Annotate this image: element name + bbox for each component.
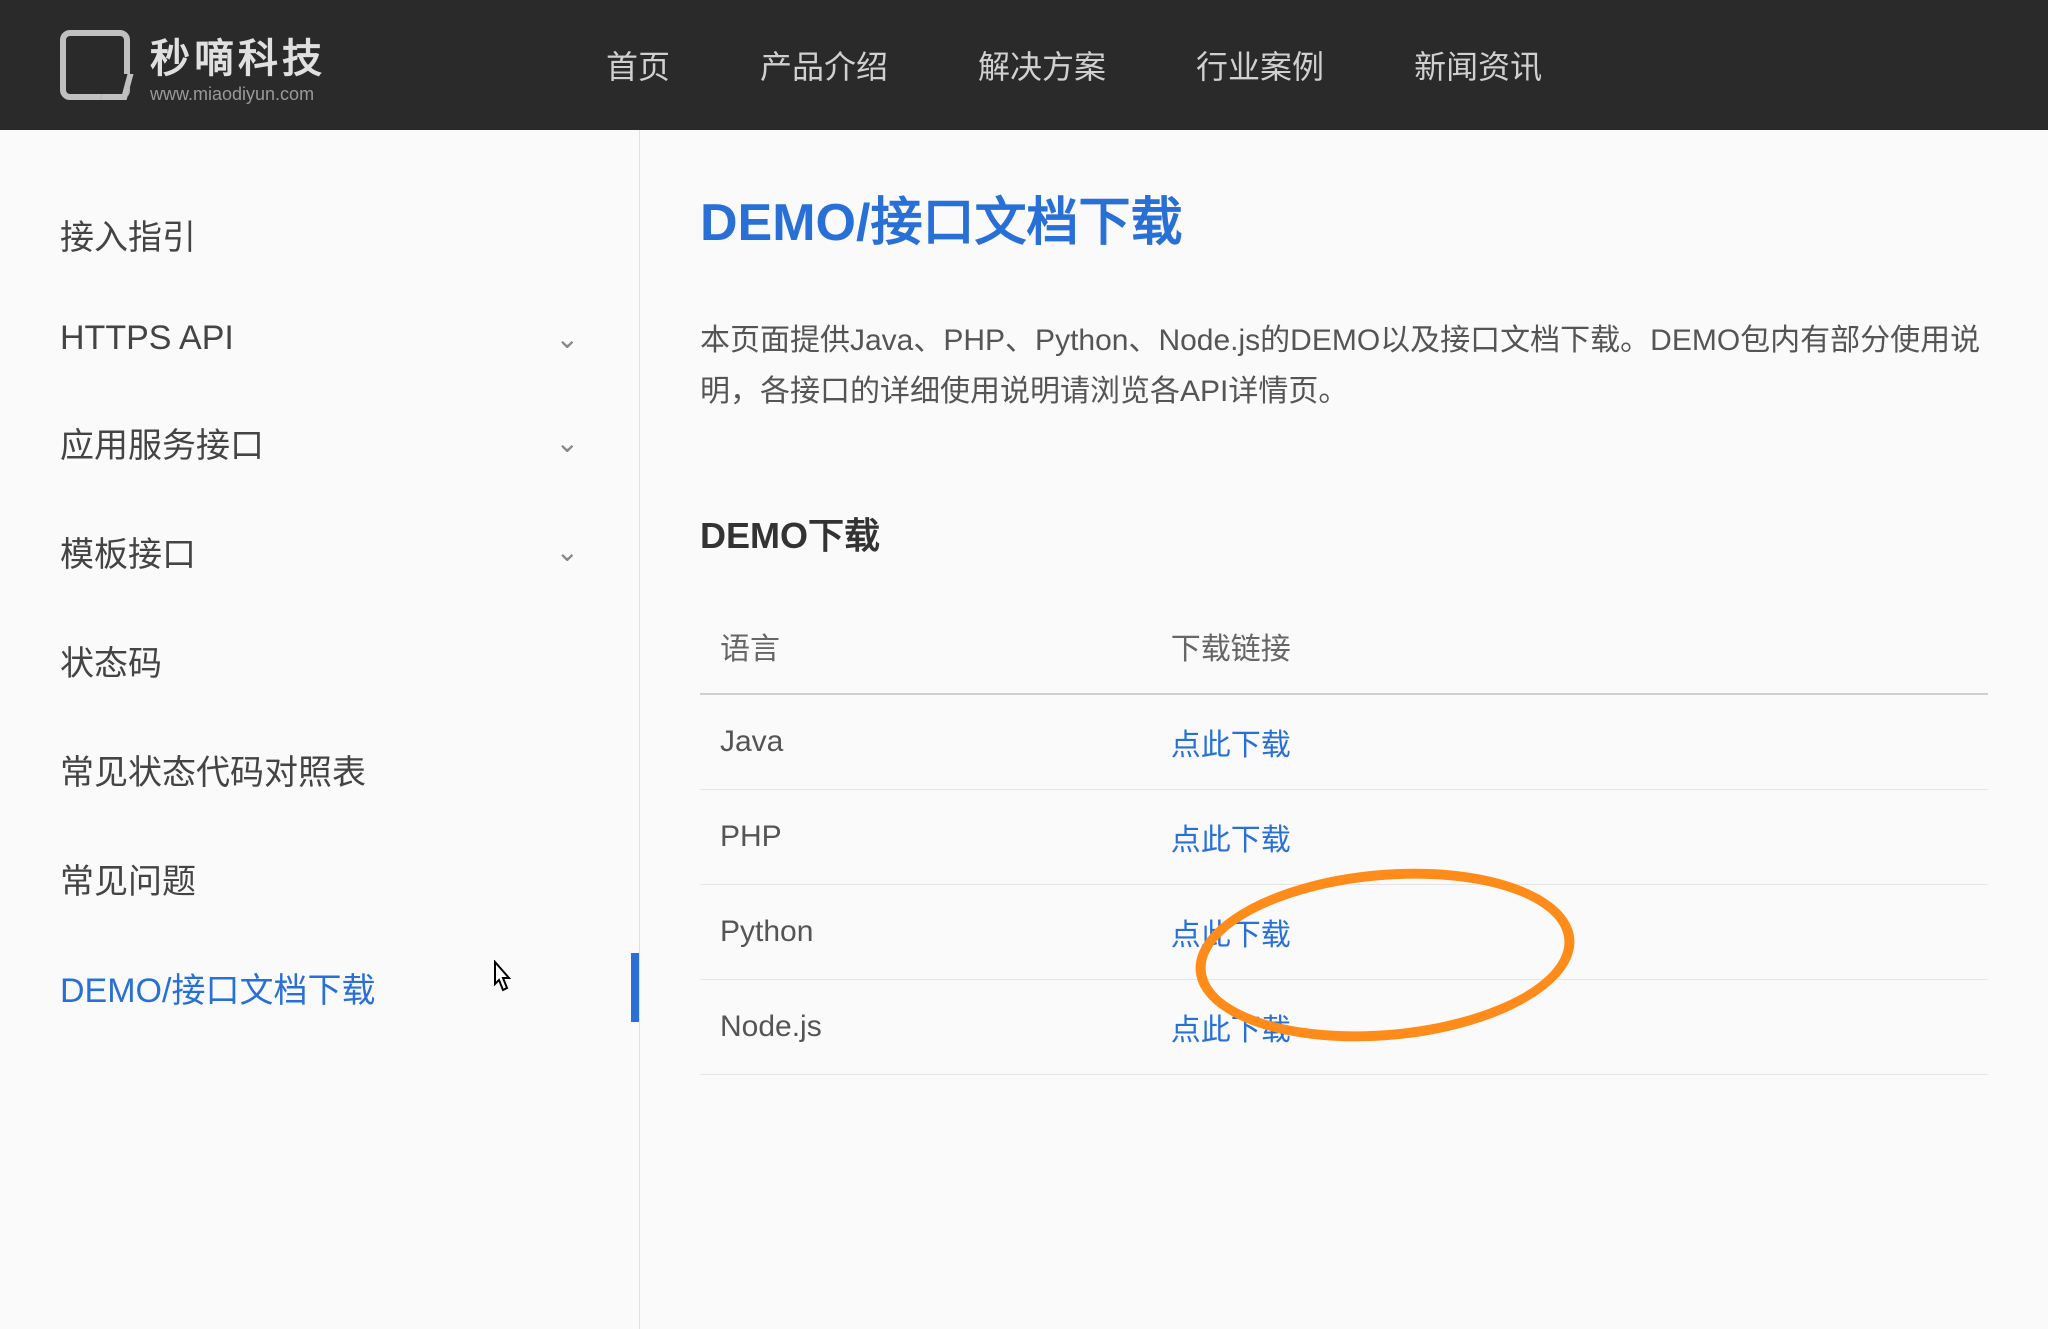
table-header-row: 语言 下载链接: [700, 599, 1988, 694]
main-content: DEMO/接口文档下载 本页面提供Java、PHP、Python、Node.js…: [640, 130, 2048, 1329]
top-nav: 首页 产品介绍 解决方案 行业案例 新闻资讯: [606, 42, 1542, 88]
table-row: Node.js 点此下载: [700, 980, 1988, 1075]
download-link-php[interactable]: 点此下载: [1171, 824, 1291, 857]
table-row: PHP 点此下载: [700, 790, 1988, 885]
nav-solutions[interactable]: 解决方案: [978, 42, 1106, 88]
sidebar-item-https-api[interactable]: HTTPS API ⌄: [40, 289, 599, 388]
sidebar-item-status-table[interactable]: 常见状态代码对照表: [40, 715, 599, 824]
section-title: DEMO下载: [700, 507, 1988, 559]
th-download-link: 下载链接: [1151, 599, 1988, 694]
cell-language: PHP: [700, 790, 1151, 885]
nav-news[interactable]: 新闻资讯: [1414, 42, 1542, 88]
th-language: 语言: [700, 599, 1151, 694]
table-row: Java 点此下载: [700, 694, 1988, 790]
download-link-python[interactable]: 点此下载: [1171, 919, 1291, 952]
nav-cases[interactable]: 行业案例: [1196, 42, 1324, 88]
sidebar-item-status-code[interactable]: 状态码: [40, 606, 599, 715]
logo-url: www.miaodiyun.com: [150, 84, 326, 105]
page-description: 本页面提供Java、PHP、Python、Node.js的DEMO以及接口文档下…: [700, 315, 1988, 417]
chevron-down-icon: ⌄: [556, 322, 579, 355]
sidebar: 接入指引 HTTPS API ⌄ 应用服务接口 ⌄ 模板接口 ⌄ 状态码 常见状…: [0, 130, 640, 1329]
cell-language: Node.js: [700, 980, 1151, 1075]
sidebar-item-guide[interactable]: 接入指引: [40, 180, 599, 289]
logo-area[interactable]: 秒嘀科技 www.miaodiyun.com: [60, 26, 326, 105]
sidebar-item-label: 模板接口: [60, 527, 196, 576]
sidebar-item-faq[interactable]: 常见问题: [40, 824, 599, 933]
chevron-down-icon: ⌄: [556, 535, 579, 568]
body-area: 接入指引 HTTPS API ⌄ 应用服务接口 ⌄ 模板接口 ⌄ 状态码 常见状…: [0, 130, 2048, 1329]
sidebar-item-label: 应用服务接口: [60, 418, 264, 467]
logo-text: 秒嘀科技 www.miaodiyun.com: [150, 26, 326, 105]
sidebar-item-label: DEMO/接口文档下载: [60, 963, 375, 1012]
chevron-down-icon: ⌄: [556, 426, 579, 459]
nav-home[interactable]: 首页: [606, 42, 670, 88]
sidebar-item-app-service[interactable]: 应用服务接口 ⌄: [40, 388, 599, 497]
logo-icon: [60, 30, 130, 100]
sidebar-item-label: 常见状态代码对照表: [60, 745, 366, 794]
sidebar-item-label: 状态码: [60, 636, 162, 685]
cell-language: Python: [700, 885, 1151, 980]
logo-title: 秒嘀科技: [150, 26, 326, 84]
sidebar-item-template[interactable]: 模板接口 ⌄: [40, 497, 599, 606]
download-link-nodejs[interactable]: 点此下载: [1171, 1014, 1291, 1047]
download-table: 语言 下载链接 Java 点此下载 PHP 点此下载 Python 点此下载: [700, 599, 1988, 1075]
download-link-java[interactable]: 点此下载: [1171, 729, 1291, 762]
sidebar-item-label: 常见问题: [60, 854, 196, 903]
table-row: Python 点此下载: [700, 885, 1988, 980]
sidebar-item-demo-download[interactable]: DEMO/接口文档下载: [40, 933, 599, 1042]
page-title: DEMO/接口文档下载: [700, 180, 1988, 255]
nav-products[interactable]: 产品介绍: [760, 42, 888, 88]
sidebar-item-label: 接入指引: [60, 210, 196, 259]
cell-language: Java: [700, 694, 1151, 790]
site-header: 秒嘀科技 www.miaodiyun.com 首页 产品介绍 解决方案 行业案例…: [0, 0, 2048, 130]
sidebar-item-label: HTTPS API: [60, 319, 234, 358]
